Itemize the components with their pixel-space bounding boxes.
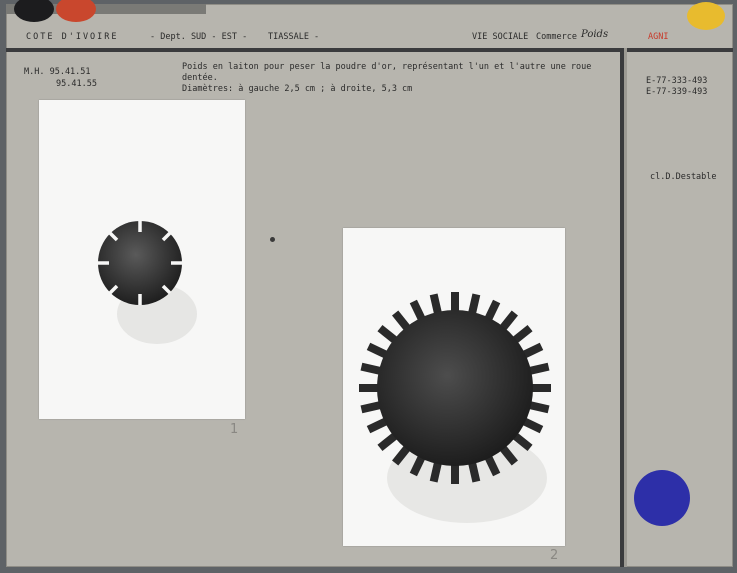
subtheme-handwritten: Poids [581,29,609,40]
description-line-1: Poids en laiton pour peser la poudre d'o… [182,62,592,83]
object-description: Poids en laiton pour peser la poudre d'o… [182,62,622,95]
card-header: COTE D'IVOIRE - Dept. SUD - EST - TIASSA… [6,20,733,50]
photo-number-2: 2 [550,548,559,563]
blue-color-dot [634,470,690,526]
photo-large-weight [343,228,565,546]
theme-label: VIE SOCIALE [472,32,529,42]
side-ref-1: E-77-333-493 [646,76,708,86]
large-gear-weight-image [359,292,551,523]
photo-number-1: 1 [230,422,239,437]
black-color-dot [14,0,54,22]
photo-credit: cl.D.Destable [650,172,717,182]
ethnic-group-label: AGNI [648,32,669,42]
inventory-line-1: M.H. 95.41.51 [24,67,91,77]
subtheme-label: Commerce [536,32,577,42]
red-color-dot [56,0,96,22]
locality-label: TIASSALE - [268,32,320,42]
catalog-card: COTE D'IVOIRE - Dept. SUD - EST - TIASSA… [6,0,733,567]
ink-speck [270,237,275,242]
column-divider-shadow [624,48,627,567]
description-line-2: Diamètres: à gauche 2,5 cm ; à droite, 5… [182,84,413,94]
inventory-line-2: 95.41.55 [56,79,97,89]
side-ref-2: E-77-339-493 [646,87,708,97]
photo-small-weight [39,100,245,419]
side-references: E-77-333-493 E-77-339-493 [646,76,707,98]
department-label: - Dept. SUD - EST - [150,32,248,42]
inventory-numbers: M.H. 95.41.51 95.41.55 [24,66,97,90]
small-gear-weight-image [98,221,197,344]
country-label: COTE D'IVOIRE [26,32,119,42]
